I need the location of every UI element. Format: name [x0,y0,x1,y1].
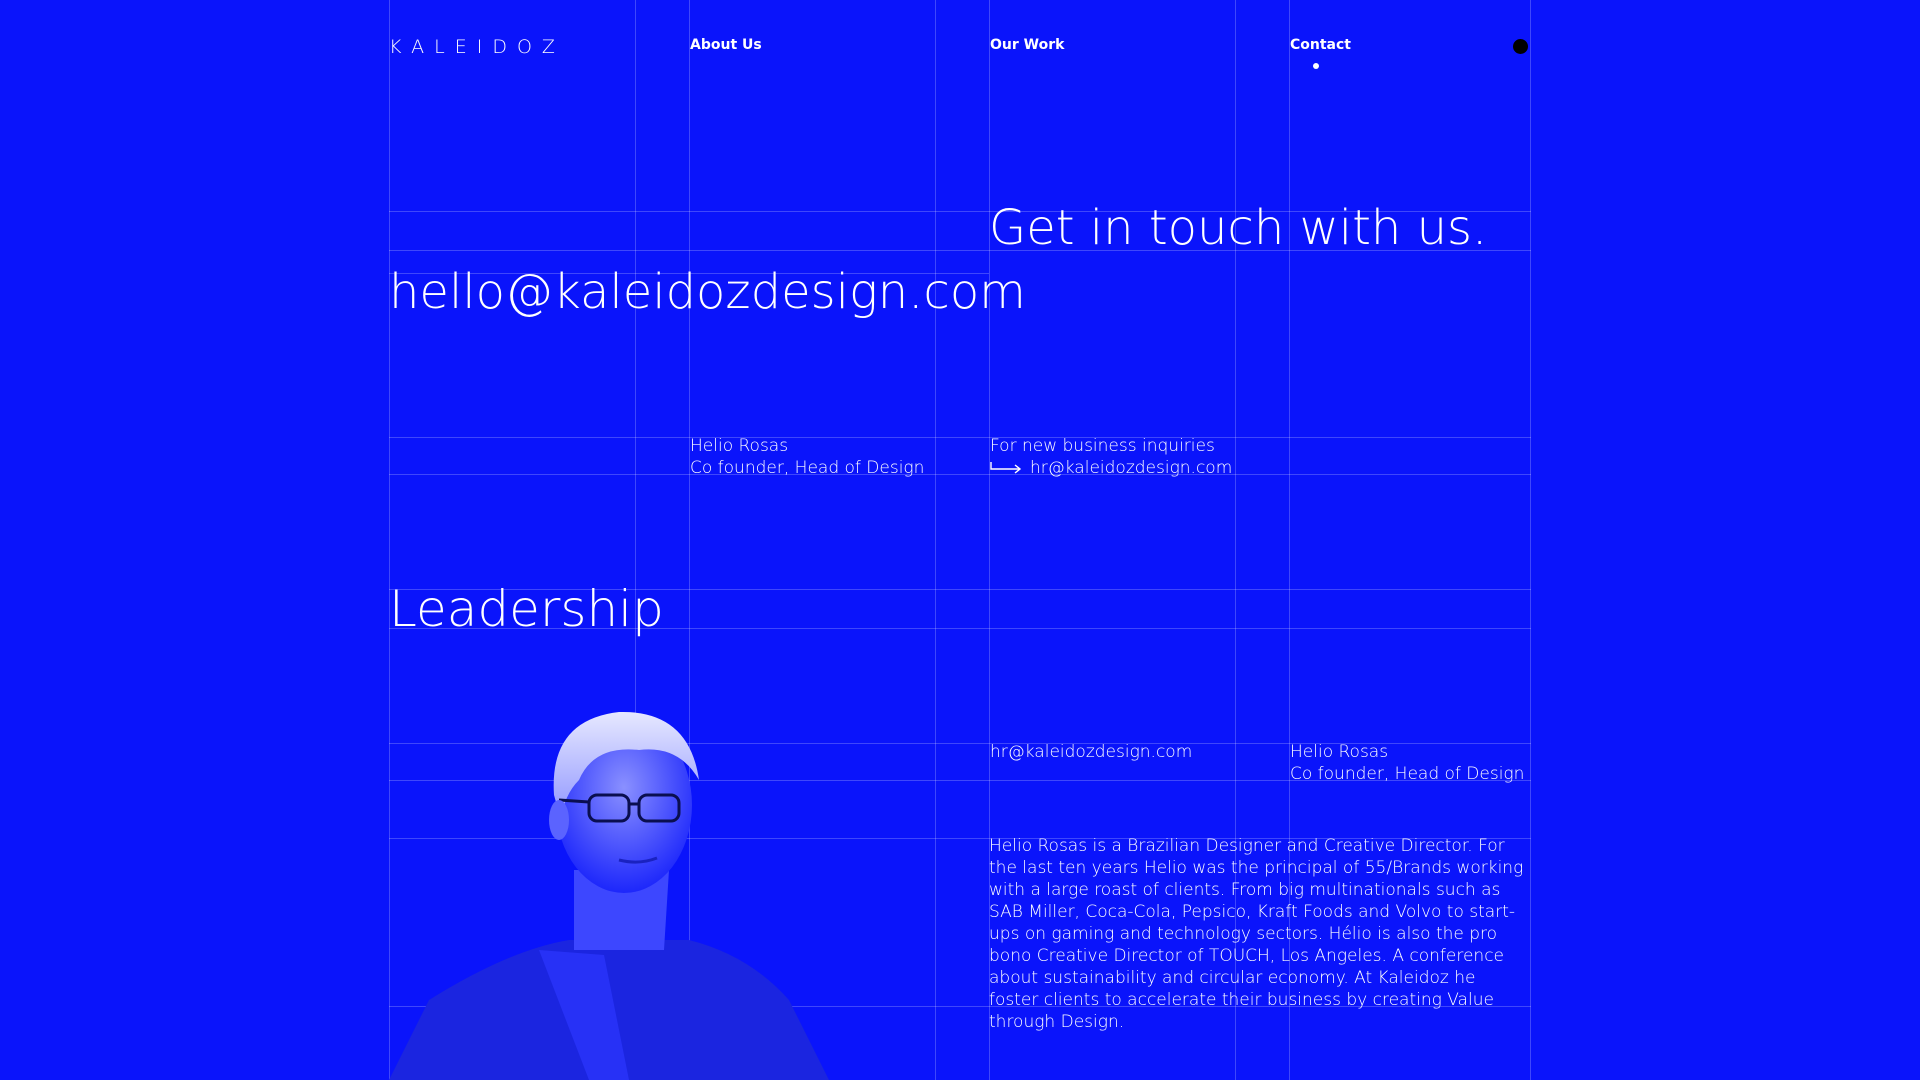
leadership-heading: Leadership [389,580,664,638]
grid-line [389,474,1531,475]
leader-role: Co founder, Head of Design [1290,764,1525,784]
leader-info: Helio Rosas Co founder, Head of Design [1290,741,1524,785]
nav-about-us-link[interactable]: About Us [690,37,762,53]
arrow-right-icon [990,462,1022,474]
nav-our-work-link[interactable]: Our Work [990,37,1064,53]
menu-dot-icon[interactable] [1513,39,1528,54]
business-inquiries: For new business inquiries hr@kaleidozde… [990,435,1232,479]
inquiries-email-link[interactable]: hr@kaleidozdesign.com [1030,458,1232,478]
contact-person-name: Helio Rosas [690,436,789,456]
active-nav-indicator [1313,63,1319,69]
grid-line [389,437,1531,438]
nav-contact-link[interactable]: Contact [1290,37,1351,53]
grid-line [935,0,936,1080]
grid-line [1530,0,1531,1080]
leader-email-link[interactable]: hr@kaleidozdesign.com [990,741,1192,763]
main-email-link[interactable]: hello@kaleidozdesign.com [389,264,1026,320]
leader-bio: Helio Rosas is a Brazilian Designer and … [989,836,1524,1032]
kaleidoz-logo[interactable]: KALEIDOZ [389,36,565,58]
leader-portrait [389,711,829,1080]
inquiries-label: For new business inquiries [990,436,1215,456]
leader-name: Helio Rosas [1290,742,1389,762]
contact-page: KALEIDOZ About Us Our Work Contact Get i… [0,0,1920,1080]
contact-heading: Get in touch with us. [989,200,1488,256]
contact-person-role: Co founder, Head of Design [690,458,925,478]
contact-person: Helio Rosas Co founder, Head of Design [690,435,924,479]
